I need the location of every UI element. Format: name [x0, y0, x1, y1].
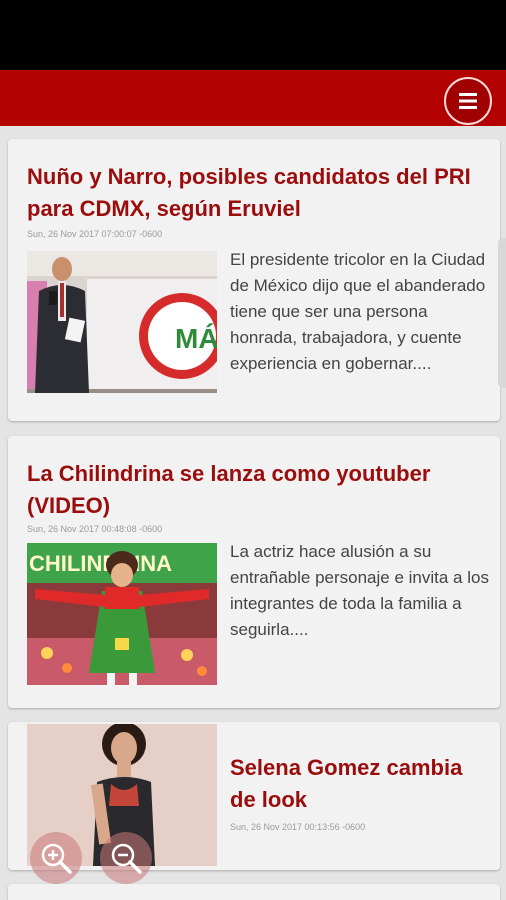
article-excerpt: El presidente tricolor en la Ciudad de M… — [230, 250, 486, 373]
article-card[interactable]: La Chilindrina se lanza como youtuber (V… — [8, 436, 500, 708]
zoom-out-button[interactable] — [100, 832, 152, 884]
article-card[interactable]: Selena Gomez cambia de look Sun, 26 Nov … — [8, 722, 500, 870]
zoom-out-icon — [111, 843, 142, 874]
hamburger-icon — [459, 93, 477, 109]
side-drawer-handle[interactable] — [498, 238, 506, 388]
article-image[interactable]: CHILINDRINA — [27, 543, 217, 685]
article-card[interactable]: Nuño y Narro, posibles candidatos del PR… — [8, 139, 500, 421]
article-title[interactable]: La Chilindrina se lanza como youtuber (V… — [27, 458, 477, 522]
article-date: Sun, 26 Nov 2017 00:13:56 -0600 — [230, 822, 366, 832]
article-title[interactable]: Nuño y Narro, posibles candidatos del PR… — [27, 161, 477, 225]
news-feed[interactable]: Nuño y Narro, posibles candidatos del PR… — [0, 126, 506, 900]
article-card[interactable] — [8, 884, 500, 900]
banner-lettering: MÁ — [175, 323, 217, 354]
zoom-in-button[interactable] — [30, 832, 82, 884]
article-date: Sun, 26 Nov 2017 07:00:07 -0600 — [27, 229, 163, 239]
article-title[interactable]: Selena Gomez cambia de look — [230, 752, 490, 816]
menu-button[interactable] — [444, 77, 492, 125]
app-bar — [0, 70, 506, 126]
zoom-in-icon — [41, 843, 72, 874]
banner-lettering: CHILINDRINA — [29, 551, 172, 576]
article-date: Sun, 26 Nov 2017 00:48:08 -0600 — [27, 524, 163, 534]
article-image[interactable]: MÁ — [27, 251, 217, 393]
status-bar — [0, 0, 506, 70]
article-excerpt: La actriz hace alusión a su entrañable p… — [230, 542, 489, 639]
